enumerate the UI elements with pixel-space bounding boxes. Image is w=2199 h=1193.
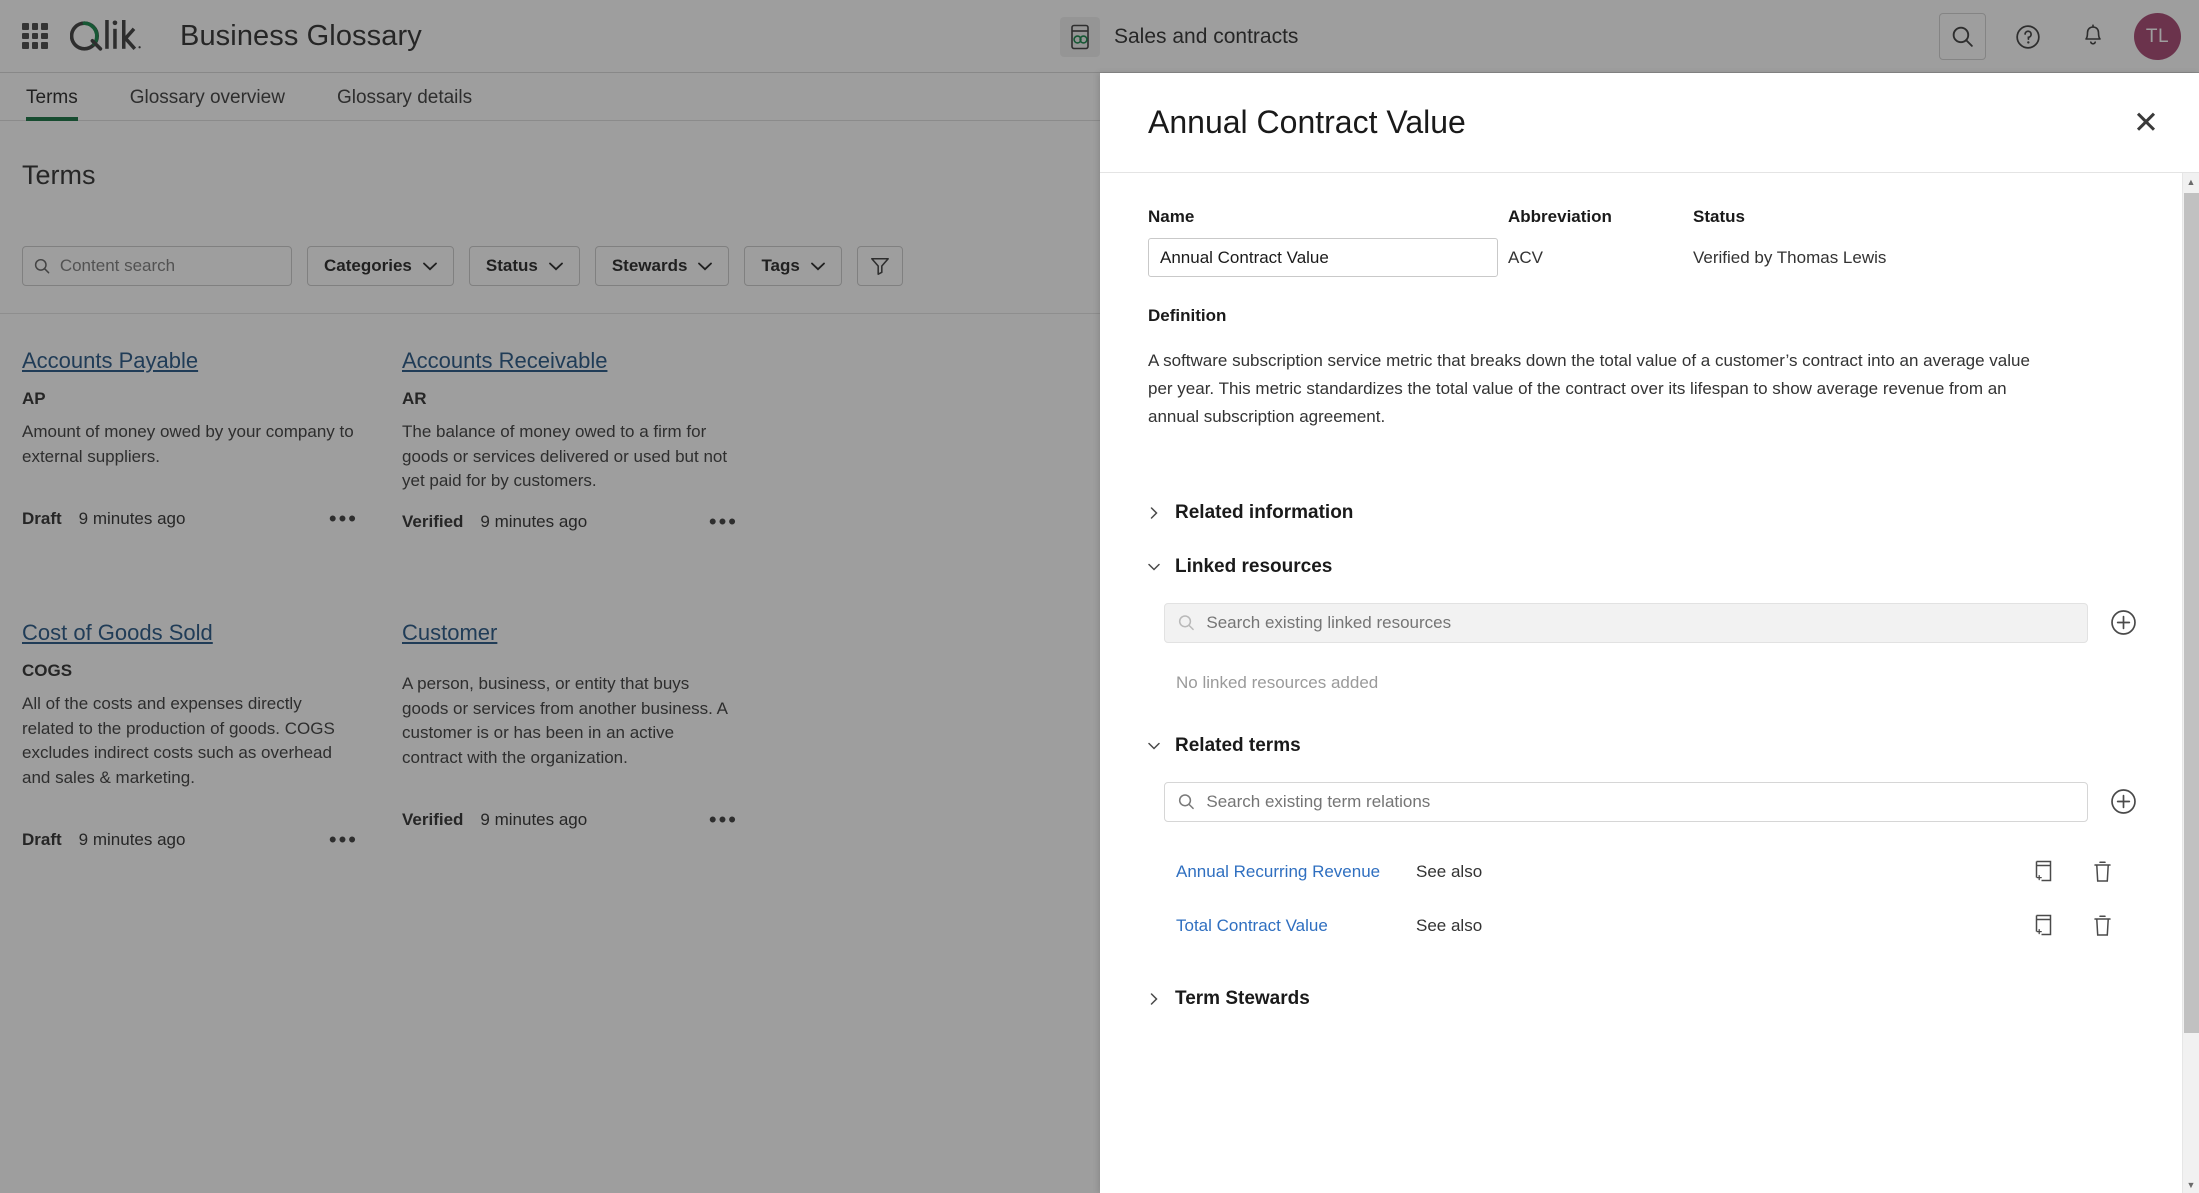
plus-circle-icon[interactable] <box>2110 788 2137 815</box>
related-terms-search-input[interactable] <box>1206 791 2075 812</box>
related-term-relation: See also <box>1416 861 1483 881</box>
abbreviation-label: Abbreviation <box>1508 207 1612 226</box>
section-linked-resources: Linked resources No linked resources add… <box>1148 556 2137 693</box>
scroll-up-arrow[interactable]: ▲ <box>2183 173 2199 190</box>
status-field-group: Status Verified by Thomas Lewis <box>1693 207 2137 277</box>
chevron-right-icon <box>1150 506 1158 519</box>
section-linked-resources-label: Linked resources <box>1175 555 1333 577</box>
section-related-information-toggle[interactable]: Related information <box>1148 502 2137 524</box>
scroll-down-arrow[interactable]: ▼ <box>2183 1176 2199 1193</box>
plus-circle-icon[interactable] <box>2110 609 2137 636</box>
related-terms-search-box[interactable] <box>1164 781 2088 822</box>
linked-resources-search-row <box>1164 602 2137 643</box>
related-terms-search-row <box>1164 781 2137 822</box>
name-input[interactable] <box>1148 238 1498 277</box>
related-term-name[interactable]: Annual Recurring Revenue <box>1176 862 1416 882</box>
linked-resources-empty-text: No linked resources added <box>1176 672 1379 692</box>
section-linked-resources-toggle[interactable]: Linked resources <box>1148 556 2137 578</box>
related-term-name[interactable]: Total Contract Value <box>1176 916 1416 936</box>
name-label: Name <box>1148 207 1195 226</box>
panel-scrollbar[interactable]: ▲ ▼ <box>2182 173 2199 1193</box>
chevron-right-icon <box>1150 992 1158 1005</box>
related-term-row: Annual Recurring Revenue See also <box>1164 850 2137 894</box>
trash-icon[interactable] <box>2073 914 2131 937</box>
linked-resources-search-input[interactable] <box>1206 612 2075 633</box>
definition-label: Definition <box>1148 306 1227 325</box>
related-term-relation: See also <box>1416 915 1483 935</box>
status-value: Verified by Thomas Lewis <box>1693 248 1887 267</box>
panel-body: Name Abbreviation ACV Status Verified by… <box>1100 173 2199 1193</box>
related-term-row: Total Contract Value See also <box>1164 904 2137 948</box>
panel-header: Annual Contract Value ✕ <box>1100 73 2199 173</box>
panel-title: Annual Contract Value <box>1148 104 1466 140</box>
linked-resources-search-box[interactable] <box>1164 602 2088 643</box>
section-term-stewards: Term Stewards <box>1148 988 2137 1010</box>
abbreviation-field-group: Abbreviation ACV <box>1508 207 1693 277</box>
close-icon[interactable]: ✕ <box>2133 107 2159 138</box>
related-terms-body: Annual Recurring Revenue See also Total … <box>1148 781 2137 948</box>
term-fields-row: Name Abbreviation ACV Status Verified by… <box>1148 207 2137 277</box>
section-term-stewards-toggle[interactable]: Term Stewards <box>1148 988 2137 1010</box>
add-to-card-icon[interactable] <box>2015 860 2073 883</box>
add-to-card-icon[interactable] <box>2015 914 2073 937</box>
section-related-information: Related information <box>1148 502 2137 524</box>
status-label: Status <box>1693 207 1745 226</box>
related-terms-rows: Annual Recurring Revenue See also Total … <box>1164 850 2137 948</box>
term-detail-panel: Annual Contract Value ✕ Name Abbreviatio… <box>1100 73 2199 1193</box>
section-related-terms: Related terms Annual Recurring Revenue <box>1148 735 2137 948</box>
scrollbar-thumb[interactable] <box>2184 193 2199 1033</box>
definition-group: Definition A software subscription servi… <box>1148 306 2137 432</box>
section-related-terms-label: Related terms <box>1175 734 1301 756</box>
chevron-down-icon <box>1148 742 1160 750</box>
linked-resources-body: No linked resources added <box>1148 602 2137 693</box>
definition-value: A software subscription service metric t… <box>1148 351 2030 427</box>
search-icon <box>1178 794 1194 810</box>
name-field-group: Name <box>1148 207 1498 277</box>
search-icon <box>1178 615 1194 631</box>
section-related-information-label: Related information <box>1175 501 1354 523</box>
section-related-terms-toggle[interactable]: Related terms <box>1148 735 2137 757</box>
trash-icon[interactable] <box>2073 860 2131 883</box>
section-term-stewards-label: Term Stewards <box>1175 987 1310 1009</box>
abbreviation-value: ACV <box>1508 248 1543 267</box>
chevron-down-icon <box>1148 563 1160 571</box>
